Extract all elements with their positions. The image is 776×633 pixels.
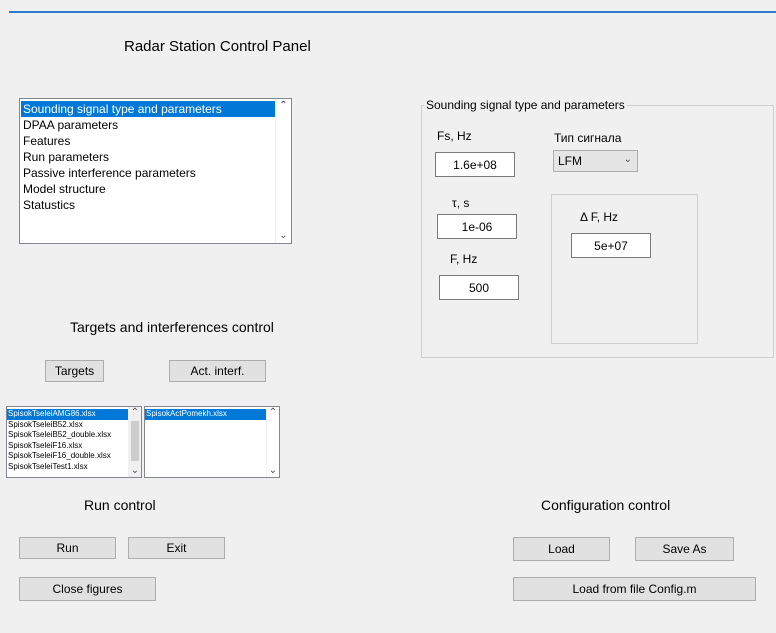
vertical-scrollbar[interactable]: ⌃ ⌄ xyxy=(128,407,141,477)
config-control-title: Configuration control xyxy=(541,497,671,513)
panel-title: Radar Station Control Panel xyxy=(124,38,311,55)
scroll-up-icon[interactable]: ⌃ xyxy=(276,100,291,112)
tau-label: τ, s xyxy=(452,196,470,210)
tau-input[interactable]: 1e-06 xyxy=(437,214,517,239)
list-item[interactable]: SpisokTseleiB52.xlsx xyxy=(7,420,128,431)
targets-button[interactable]: Targets xyxy=(45,360,104,382)
list-item[interactable]: SpisokTseleiF16.xlsx xyxy=(7,441,128,452)
signal-type-select[interactable]: LFM ⌄ xyxy=(553,150,638,172)
scroll-down-icon[interactable]: ⌄ xyxy=(129,465,141,477)
list-item[interactable]: Model structure xyxy=(21,181,276,197)
list-item[interactable]: SpisokTseleiF16_double.xlsx xyxy=(7,451,128,462)
list-item[interactable]: Features xyxy=(21,133,276,149)
interferences-listbox[interactable]: SpisokActPomekh.xlsx ⌃ ⌄ xyxy=(144,406,280,478)
load-button[interactable]: Load xyxy=(513,537,610,561)
window-top-border xyxy=(9,11,776,13)
scroll-down-icon[interactable]: ⌄ xyxy=(276,230,291,242)
targets-listbox[interactable]: SpisokTseleiAMG86.xlsx SpisokTseleiB52.x… xyxy=(6,406,142,478)
scroll-up-icon[interactable]: ⌃ xyxy=(267,407,279,419)
vertical-scrollbar[interactable]: ⌃ ⌄ xyxy=(266,407,279,477)
list-item[interactable]: Passive interference parameters xyxy=(21,165,276,181)
targets-section-title: Targets and interferences control xyxy=(70,319,274,335)
close-figures-button[interactable]: Close figures xyxy=(19,577,156,601)
scroll-thumb[interactable] xyxy=(131,421,139,461)
delta-f-panel xyxy=(551,194,698,344)
run-button[interactable]: Run xyxy=(19,537,116,559)
list-item[interactable]: SpisokTseleiTest1.xlsx xyxy=(7,462,128,473)
list-item[interactable]: Statustics xyxy=(21,197,276,213)
signal-type-value: LFM xyxy=(558,154,582,168)
list-item[interactable]: SpisokTseleiAMG86.xlsx xyxy=(7,409,128,420)
fs-input[interactable]: 1.6e+08 xyxy=(435,152,515,177)
list-item[interactable]: SpisokActPomekh.xlsx xyxy=(145,409,266,420)
scroll-up-icon[interactable]: ⌃ xyxy=(129,407,141,419)
exit-button[interactable]: Exit xyxy=(128,537,225,559)
fs-label: Fs, Hz xyxy=(437,129,472,143)
run-control-title: Run control xyxy=(84,497,156,513)
list-item[interactable]: DPAA parameters xyxy=(21,117,276,133)
act-interf-button[interactable]: Act. interf. xyxy=(169,360,266,382)
scroll-down-icon[interactable]: ⌄ xyxy=(267,465,279,477)
list-item[interactable]: Sounding signal type and parameters xyxy=(21,101,276,117)
list-item[interactable]: SpisokTseleiB52_double.xlsx xyxy=(7,430,128,441)
f-input[interactable]: 500 xyxy=(439,275,519,300)
load-config-button[interactable]: Load from file Config.m xyxy=(513,577,756,601)
vertical-scrollbar[interactable]: ⌃ ⌄ xyxy=(275,99,291,243)
delta-f-input[interactable]: 5e+07 xyxy=(571,233,651,258)
save-as-button[interactable]: Save As xyxy=(635,537,734,561)
chevron-down-icon: ⌄ xyxy=(623,154,632,165)
signal-type-label: Тип сигнала xyxy=(554,131,622,145)
list-item[interactable]: Run parameters xyxy=(21,149,276,165)
delta-f-label: Δ F, Hz xyxy=(580,210,619,224)
signal-panel-title: Sounding signal type and parameters xyxy=(424,98,627,112)
parameters-listbox[interactable]: Sounding signal type and parameters DPAA… xyxy=(19,98,292,244)
f-label: F, Hz xyxy=(450,252,478,266)
